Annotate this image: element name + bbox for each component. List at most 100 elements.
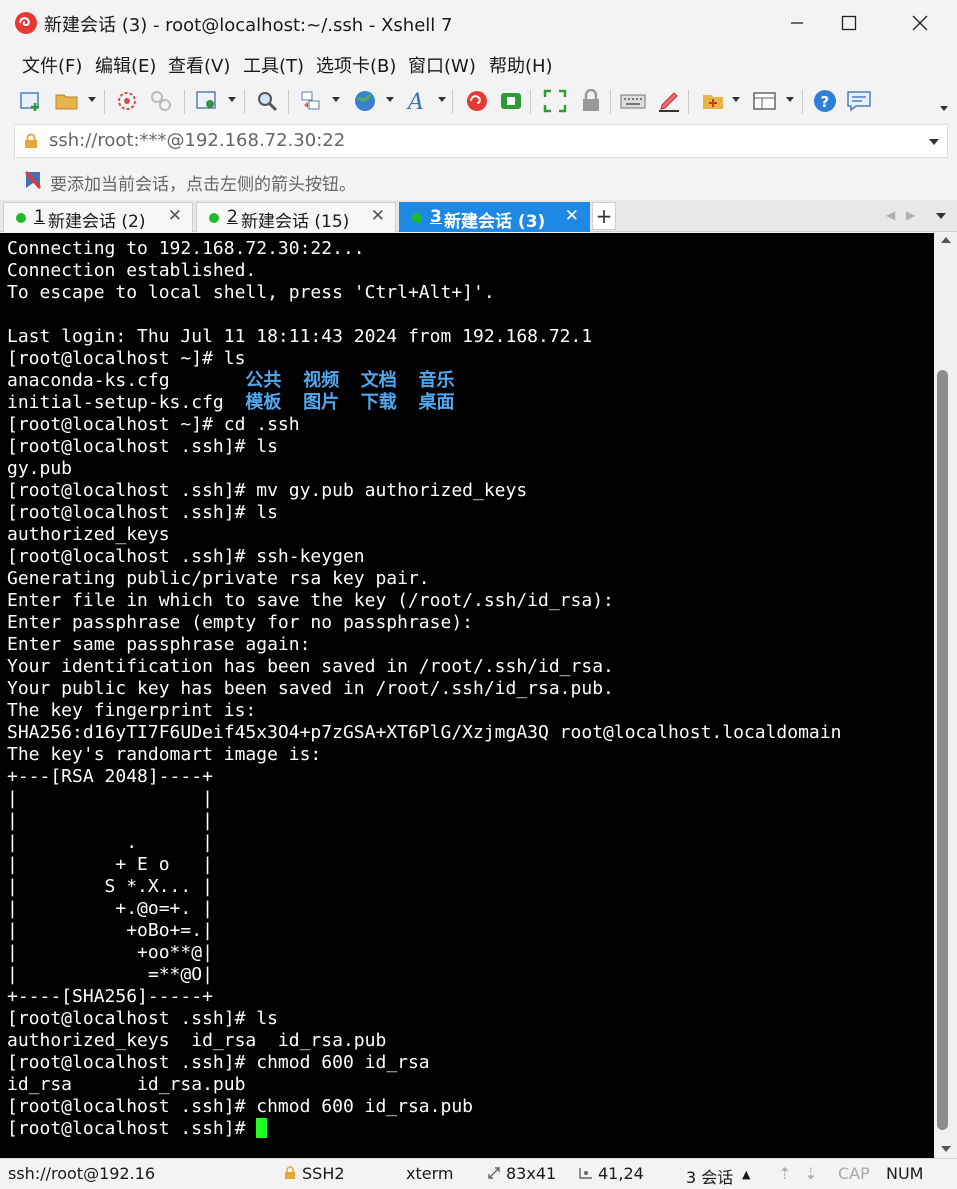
address-bar[interactable]: ssh://root:***@192.168.72.30:22 <box>14 124 948 158</box>
maximize-button[interactable] <box>826 6 872 40</box>
tab-list-dropdown-icon[interactable] <box>936 213 946 219</box>
transfer-dropdown-caret[interactable] <box>332 97 340 102</box>
terminal-text: To escape to local shell, press 'Ctrl+Al… <box>7 282 495 303</box>
terminal-text: | +.@o=+. | <box>7 898 213 919</box>
close-tab-icon[interactable]: ✕ <box>371 206 385 226</box>
toolbar-separator <box>244 90 245 114</box>
terminal-scrollbar[interactable] <box>934 233 957 1158</box>
new-tab-button[interactable]: + <box>592 202 616 230</box>
font-icon: A <box>406 90 424 113</box>
tab-scroll-right-icon[interactable]: ▶ <box>906 208 915 222</box>
open-folder-icon <box>55 94 78 110</box>
toolbar-separator <box>802 90 803 114</box>
address-dropdown-icon[interactable] <box>929 139 939 145</box>
terminal-line: Your identification has been saved in /r… <box>7 656 841 678</box>
close-button[interactable] <box>897 6 943 40</box>
terminal-text: | S *.X... | <box>7 876 213 897</box>
terminal-line: Connection established. <box>7 260 841 282</box>
terminal-text: Enter same passphrase again: <box>7 634 311 655</box>
scroll-down-icon[interactable] <box>941 1146 951 1152</box>
terminal-line: | | <box>7 810 841 832</box>
sessions-dropdown-icon[interactable]: ▲ <box>742 1168 750 1181</box>
close-tab-icon[interactable]: ✕ <box>168 206 182 226</box>
menu-edit[interactable]: 编辑(E) <box>95 52 156 78</box>
open-dropdown-caret[interactable] <box>88 97 96 102</box>
find-button[interactable] <box>252 86 282 116</box>
terminal-text: [root@localhost .ssh]# chmod 600 id_rsa.… <box>7 1096 473 1117</box>
xftp-icon <box>501 93 521 109</box>
minimize-button[interactable] <box>774 6 820 40</box>
terminal-line: +---[RSA 2048]----+ <box>7 766 841 788</box>
status-num-lock: NUM <box>886 1164 924 1183</box>
directory-name: 公共 <box>245 370 282 391</box>
terminal-line: [root@localhost .ssh]# ls <box>7 1008 841 1030</box>
xftp-button[interactable] <box>496 86 526 116</box>
disconnect-button[interactable] <box>112 86 142 116</box>
menu-help[interactable]: 帮助(H) <box>489 52 553 78</box>
address-input[interactable]: ssh://root:***@192.168.72.30:22 <box>49 130 345 151</box>
globe-dropdown-caret[interactable] <box>386 97 394 102</box>
connected-status-icon <box>16 213 26 223</box>
tab-session-2[interactable]: 2 新建会话 (15) ✕ <box>196 202 396 232</box>
close-tab-icon[interactable]: ✕ <box>565 206 579 226</box>
toolbar-overflow-caret[interactable] <box>940 106 948 111</box>
tab-label: 新建会话 (3) <box>444 212 546 232</box>
keyboard-button[interactable] <box>618 86 648 116</box>
fullscreen-button[interactable] <box>540 86 570 116</box>
arrow-up-icon: ⇡ <box>778 1164 792 1183</box>
add-session-arrow-icon[interactable] <box>24 171 42 189</box>
terminal-text: | + E o | <box>7 854 213 875</box>
terminal-text: Generating public/private rsa key pair. <box>7 568 430 589</box>
terminal-line: [root@localhost .ssh]# mv gy.pub authori… <box>7 480 841 502</box>
terminal-line: | . | <box>7 832 841 854</box>
add-compose-button[interactable] <box>698 86 728 116</box>
toolbar-separator <box>184 90 185 114</box>
terminal-text: Enter passphrase (empty for no passphras… <box>7 612 473 633</box>
properties-dropdown-caret[interactable] <box>228 97 236 102</box>
toolbar-separator <box>452 90 453 114</box>
xshell-button[interactable] <box>462 86 492 116</box>
terminal-line: Your public key has been saved in /root/… <box>7 678 841 700</box>
toolbar-separator <box>104 90 105 114</box>
menu-tools[interactable]: 工具(T) <box>243 52 304 78</box>
menu-view[interactable]: 查看(V) <box>168 52 230 78</box>
scrollbar-thumb[interactable] <box>937 370 948 1130</box>
terminal-line: The key's randomart image is: <box>7 744 841 766</box>
chat-button[interactable] <box>844 86 874 116</box>
terminal-text: +---[RSA 2048]----+ <box>7 766 213 787</box>
title-bar: 新建会话 (3) - root@localhost:~/.ssh - Xshel… <box>0 0 957 46</box>
new-session-button[interactable] <box>16 86 46 116</box>
highlight-button[interactable] <box>654 86 684 116</box>
scroll-up-icon[interactable] <box>941 237 951 243</box>
menu-tab[interactable]: 选项卡(B) <box>316 52 396 78</box>
svg-text:?: ? <box>821 93 830 111</box>
compose-dropdown-caret[interactable] <box>732 97 740 102</box>
font-dropdown-caret[interactable] <box>438 97 446 102</box>
reconnect-button[interactable] <box>146 86 176 116</box>
properties-icon <box>196 91 216 109</box>
font-button[interactable]: A <box>404 86 434 116</box>
tab-session-1[interactable]: 1 新建会话 (2) ✕ <box>3 202 193 232</box>
layout-dropdown-caret[interactable] <box>786 97 794 102</box>
lock-icon <box>285 1166 295 1179</box>
status-sessions[interactable]: 3 会话 <box>686 1164 733 1188</box>
terminal-text: [root@localhost .ssh]# ls <box>7 502 278 523</box>
lock-icon <box>25 133 37 148</box>
arrow-down-icon: ⇣ <box>804 1164 818 1183</box>
terminal-line: [root@localhost .ssh]# ls <box>7 502 841 524</box>
terminal-text: | | <box>7 788 213 809</box>
terminal-screen[interactable]: Connecting to 192.168.72.30:22... Connect… <box>0 233 934 1158</box>
menu-window[interactable]: 窗口(W) <box>408 52 476 78</box>
terminal-line: [root@localhost .ssh]# ssh-keygen <box>7 546 841 568</box>
terminal-line: Generating public/private rsa key pair. <box>7 568 841 590</box>
globe-button[interactable] <box>350 86 380 116</box>
tab-session-3[interactable]: 3 新建会话 (3) ✕ <box>399 202 590 232</box>
help-button[interactable]: ? <box>810 86 840 116</box>
properties-button[interactable] <box>192 86 222 116</box>
transfer-button[interactable] <box>296 86 326 116</box>
open-button[interactable] <box>52 86 82 116</box>
layout-button[interactable] <box>750 86 780 116</box>
menu-file[interactable]: 文件(F) <box>22 52 82 78</box>
lock-button[interactable] <box>576 86 606 116</box>
tab-scroll-left-icon[interactable]: ◀ <box>886 208 895 222</box>
